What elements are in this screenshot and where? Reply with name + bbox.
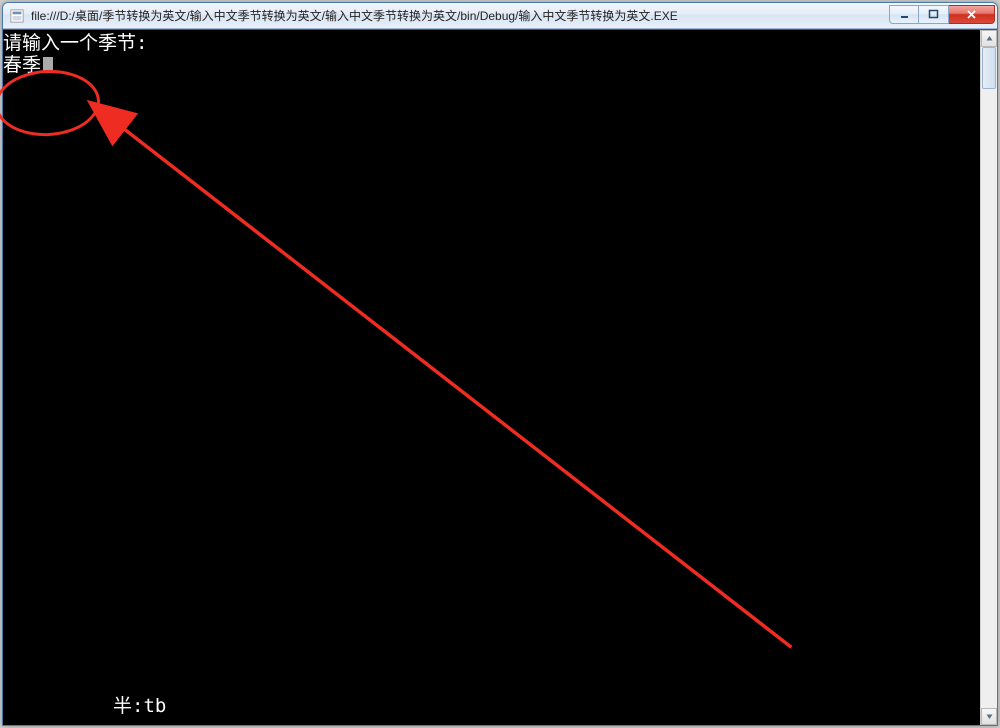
console-input-line: 春季 [3, 54, 980, 76]
titlebar[interactable]: file:///D:/桌面/季节转换为英文/输入中文季节转换为英文/输入中文季节… [3, 3, 997, 29]
scroll-down-button[interactable] [981, 708, 997, 725]
maximize-button[interactable] [919, 5, 949, 24]
vertical-scrollbar[interactable] [980, 30, 997, 725]
prompt-text: 请输入一个季节: [3, 32, 147, 54]
ime-status: 半:tb [113, 695, 166, 717]
console-window: file:///D:/桌面/季节转换为英文/输入中文季节转换为英文/输入中文季节… [2, 2, 998, 726]
client-area: 请输入一个季节: 春季 半:tb [3, 29, 997, 725]
console-prompt-line: 请输入一个季节: [3, 32, 980, 54]
scroll-thumb[interactable] [982, 47, 996, 89]
close-button[interactable] [949, 5, 995, 24]
window-title: file:///D:/桌面/季节转换为英文/输入中文季节转换为英文/输入中文季节… [31, 7, 889, 24]
minimize-button[interactable] [889, 5, 919, 24]
window-controls [889, 5, 995, 24]
scroll-up-button[interactable] [981, 30, 997, 47]
app-icon [9, 8, 25, 24]
scroll-track[interactable] [981, 47, 997, 708]
console-output[interactable]: 请输入一个季节: 春季 半:tb [3, 30, 980, 725]
